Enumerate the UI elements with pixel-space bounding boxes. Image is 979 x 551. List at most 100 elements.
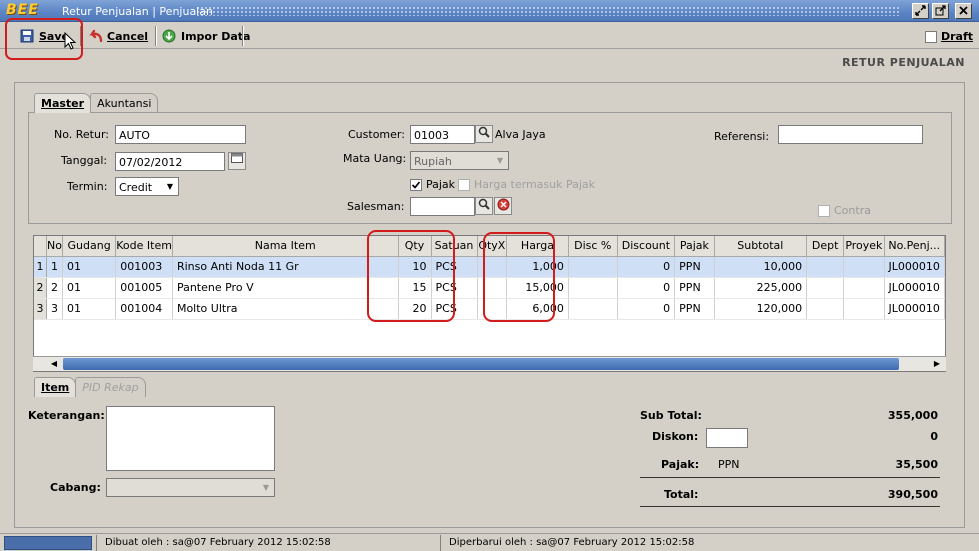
cell-discount[interactable]: 0	[617, 277, 676, 299]
diskon-label: Diskon:	[652, 430, 699, 443]
qty-satuan-highlight-ring	[367, 230, 455, 322]
chevron-down-icon: ▼	[262, 483, 270, 492]
cell-pajak[interactable]: PPN	[674, 277, 715, 299]
column-header[interactable]: Dept	[806, 236, 845, 257]
cell-no-penjualan[interactable]: JL000010	[884, 256, 945, 278]
cell-subtotal[interactable]: 225,000	[714, 277, 808, 299]
no-retur-field[interactable]: AUTO	[115, 125, 246, 144]
column-header[interactable]: No	[46, 236, 63, 257]
updated-by-status: Diperbarui oleh : sa@07 February 2012 15…	[440, 535, 702, 551]
harga-termasuk-pajak-checkbox[interactable]	[458, 178, 470, 191]
column-header[interactable]: Subtotal	[714, 236, 808, 257]
cell-proyek[interactable]	[843, 277, 885, 299]
pajak-toggle[interactable]: Pajak	[410, 178, 455, 191]
cancel-button[interactable]: Cancel	[88, 25, 148, 47]
cell-proyek[interactable]	[843, 256, 885, 278]
cell-disc[interactable]	[568, 256, 618, 278]
cell-no-penjualan[interactable]: JL000010	[884, 298, 945, 320]
column-header[interactable]: Kode Item	[115, 236, 173, 257]
cabang-label: Cabang:	[50, 481, 101, 494]
subtotal-label: Sub Total:	[640, 409, 702, 422]
diskon-field[interactable]	[706, 428, 748, 448]
customer-code-field[interactable]: 01003	[410, 125, 475, 144]
contra-toggle[interactable]: Contra	[818, 204, 871, 217]
column-header[interactable]: Proyek	[843, 236, 885, 257]
chevron-down-icon: ▼	[166, 182, 174, 191]
cell-discount[interactable]: 0	[617, 298, 676, 320]
scrollbar-thumb[interactable]	[63, 358, 899, 370]
undo-arrow-icon	[88, 29, 103, 43]
cell-gudang[interactable]: 01	[62, 256, 117, 278]
pajak-checkbox[interactable]	[410, 178, 422, 191]
mata-uang-select[interactable]: Rupiah ▼	[410, 151, 509, 170]
referensi-field[interactable]	[778, 125, 923, 144]
contra-checkbox[interactable]	[818, 204, 830, 217]
total-underline	[640, 506, 940, 507]
cell-no[interactable]: 2	[46, 277, 63, 299]
close-icon[interactable]	[955, 3, 972, 19]
tab-master[interactable]: Master	[34, 93, 92, 113]
cell-nama-item[interactable]: Molto Ultra	[172, 298, 399, 320]
cell-subtotal[interactable]: 10,000	[714, 256, 808, 278]
column-header[interactable]: Pajak	[674, 236, 715, 257]
cell-no[interactable]: 1	[46, 256, 63, 278]
draft-toggle[interactable]: Draft	[924, 30, 973, 43]
cell-kode-item[interactable]: 001004	[115, 298, 173, 320]
subtotal-value: 355,000	[887, 409, 938, 422]
cell-nama-item[interactable]: Rinso Anti Noda 11 Gr	[172, 256, 399, 278]
salesman-field[interactable]	[410, 197, 475, 216]
cell-pajak[interactable]: PPN	[674, 256, 715, 278]
cell-no[interactable]: 3	[46, 298, 63, 320]
cell-gudang[interactable]: 01	[62, 298, 117, 320]
row-number[interactable]: 3	[34, 298, 47, 320]
salesman-search-icon[interactable]	[475, 197, 493, 215]
cell-discount[interactable]: 0	[617, 256, 676, 278]
chevron-down-icon: ▼	[496, 156, 504, 165]
tab-item[interactable]: Item	[34, 377, 77, 397]
cell-dept[interactable]	[806, 298, 845, 320]
termin-select[interactable]: Credit ▼	[115, 177, 179, 196]
cell-disc[interactable]	[568, 298, 618, 320]
cell-kode-item[interactable]: 001003	[115, 256, 173, 278]
cell-nama-item[interactable]: Pantene Pro V	[172, 277, 399, 299]
restore-icon[interactable]	[912, 3, 929, 19]
cell-no-penjualan[interactable]: JL000010	[884, 277, 945, 299]
cell-proyek[interactable]	[843, 298, 885, 320]
cell-gudang[interactable]: 01	[62, 277, 117, 299]
column-header[interactable]: Gudang	[62, 236, 117, 257]
total-divider	[640, 477, 940, 478]
cell-dept[interactable]	[806, 277, 845, 299]
cell-kode-item[interactable]: 001005	[115, 277, 173, 299]
row-number[interactable]: 1	[34, 256, 47, 278]
cell-subtotal[interactable]: 120,000	[714, 298, 808, 320]
draft-checkbox[interactable]	[924, 30, 937, 43]
column-header[interactable]: Disc %	[568, 236, 618, 257]
status-bar: Dibuat oleh : sa@07 February 2012 15:02:…	[0, 533, 979, 551]
grid-empty-area[interactable]	[34, 320, 945, 360]
salesman-clear-icon[interactable]	[494, 197, 512, 215]
scroll-left-icon[interactable]: ◀	[47, 358, 61, 370]
tab-akuntansi[interactable]: Akuntansi	[90, 93, 159, 113]
customer-search-icon[interactable]	[475, 125, 493, 143]
cell-disc[interactable]	[568, 277, 618, 299]
row-number[interactable]: 2	[34, 277, 47, 299]
horizontal-scrollbar[interactable]: ◀ ▶	[33, 356, 946, 371]
harga-termasuk-pajak-label: Harga termasuk Pajak	[474, 178, 596, 191]
keterangan-textarea[interactable]	[106, 406, 275, 471]
title-bar-pattern	[196, 6, 901, 16]
tanggal-field[interactable]: 07/02/2012	[115, 152, 225, 171]
cell-pajak[interactable]: PPN	[674, 298, 715, 320]
customer-label: Customer:	[348, 128, 405, 141]
import-data-button[interactable]: Impor Data	[162, 25, 250, 47]
column-header[interactable]: Nama Item	[172, 236, 399, 257]
tab-pid-rekap[interactable]: PID Rekap	[75, 377, 146, 397]
column-header[interactable]: Discount	[617, 236, 676, 257]
cell-dept[interactable]	[806, 256, 845, 278]
salesman-label: Salesman:	[347, 200, 405, 213]
scroll-right-icon[interactable]: ▶	[930, 358, 944, 370]
column-header[interactable]: No.Penj...	[884, 236, 945, 257]
calendar-icon[interactable]	[228, 152, 246, 170]
cabang-select[interactable]: ▼	[106, 478, 275, 497]
harga-termasuk-pajak-toggle[interactable]: Harga termasuk Pajak	[458, 178, 595, 191]
maximize-icon[interactable]	[932, 3, 949, 19]
